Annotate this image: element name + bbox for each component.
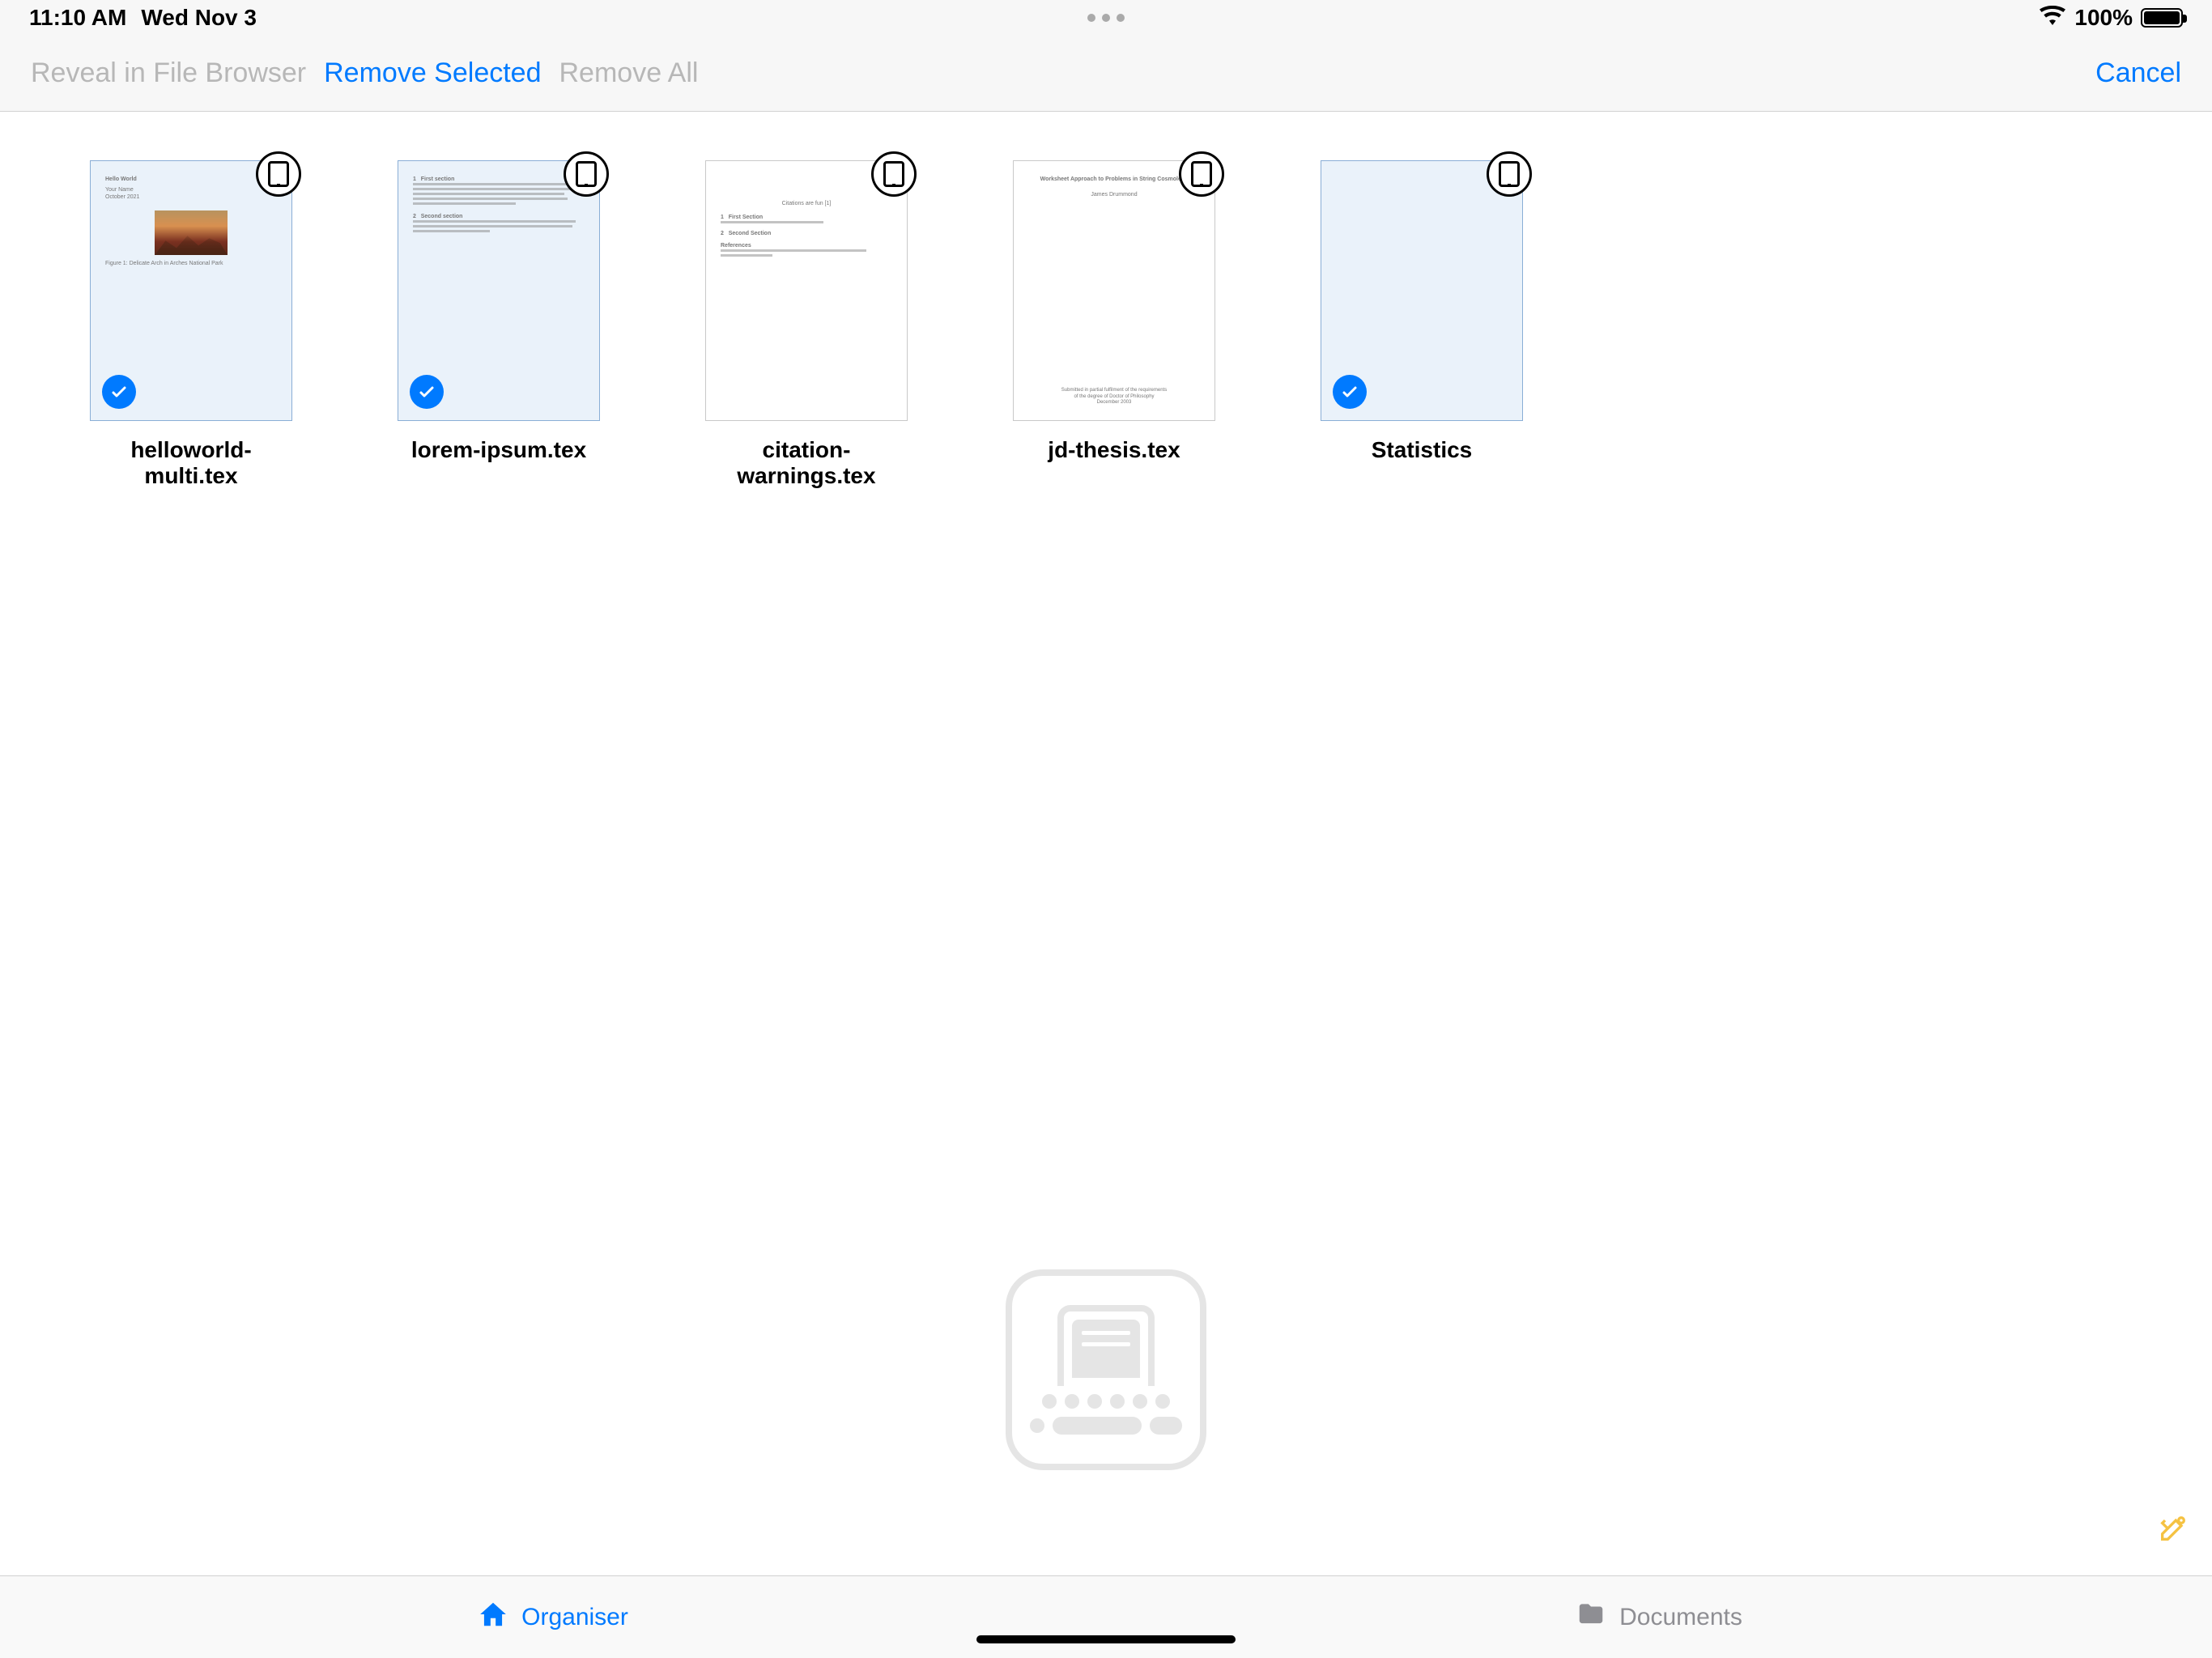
file-thumbnail[interactable]: 1 First section 2 Second section xyxy=(398,160,600,421)
status-bar: 11:10 AM Wed Nov 3 100% xyxy=(0,0,2212,36)
file-thumbnail[interactable]: Worksheet Approach to Problems in String… xyxy=(1013,160,1215,421)
toolbar: Reveal in File Browser Remove Selected R… xyxy=(0,36,2212,112)
tab-label: Organiser xyxy=(521,1604,628,1631)
reveal-in-file-browser-button: Reveal in File Browser xyxy=(31,57,306,89)
file-thumbnail[interactable]: Citations are fun [1] 1 First Section 2 … xyxy=(705,160,908,421)
tab-organiser[interactable]: Organiser xyxy=(0,1576,1106,1658)
tab-label: Documents xyxy=(1619,1604,1742,1631)
file-label: Statistics xyxy=(1372,437,1473,463)
cancel-button[interactable]: Cancel xyxy=(2095,57,2181,88)
home-indicator[interactable] xyxy=(976,1635,1236,1643)
file-grid: Hello World Your Name October 2021 Figur… xyxy=(0,112,2212,538)
file-thumbnail[interactable] xyxy=(1321,160,1523,421)
battery-percent: 100% xyxy=(2074,5,2133,31)
app-watermark-icon xyxy=(1006,1269,1206,1470)
status-date: Wed Nov 3 xyxy=(141,5,257,31)
tools-icon[interactable] xyxy=(2157,1512,2189,1545)
file-item[interactable]: Worksheet Approach to Problems in String… xyxy=(1009,160,1219,489)
device-badge-icon xyxy=(1179,151,1224,197)
file-item[interactable]: Statistics xyxy=(1317,160,1527,489)
file-item[interactable]: Citations are fun [1] 1 First Section 2 … xyxy=(701,160,912,489)
home-icon xyxy=(478,1599,508,1636)
selected-checkmark-icon xyxy=(1333,375,1367,409)
file-item[interactable]: 1 First section 2 Second section lorem-i… xyxy=(393,160,604,489)
file-label: helloworld-multi.tex xyxy=(86,437,296,489)
device-badge-icon xyxy=(871,151,917,197)
folder-icon xyxy=(1576,1599,1606,1636)
remove-all-button: Remove All xyxy=(559,57,699,89)
file-label: citation-warnings.tex xyxy=(701,437,912,489)
multitasking-dots[interactable] xyxy=(1087,14,1125,22)
tab-documents[interactable]: Documents xyxy=(1106,1576,2212,1658)
device-badge-icon xyxy=(1487,151,1532,197)
remove-selected-button[interactable]: Remove Selected xyxy=(324,57,541,89)
tab-bar: Organiser Documents xyxy=(0,1575,2212,1658)
status-time: 11:10 AM xyxy=(29,5,126,31)
file-thumbnail[interactable]: Hello World Your Name October 2021 Figur… xyxy=(90,160,292,421)
device-badge-icon xyxy=(564,151,609,197)
status-left: 11:10 AM Wed Nov 3 xyxy=(29,5,257,31)
selected-checkmark-icon xyxy=(102,375,136,409)
selected-checkmark-icon xyxy=(410,375,444,409)
file-item[interactable]: Hello World Your Name October 2021 Figur… xyxy=(86,160,296,489)
status-right: 100% xyxy=(2039,5,2183,31)
battery-icon xyxy=(2141,8,2183,28)
device-badge-icon xyxy=(256,151,301,197)
file-label: jd-thesis.tex xyxy=(1048,437,1180,463)
wifi-icon xyxy=(2039,5,2066,31)
file-label: lorem-ipsum.tex xyxy=(411,437,586,463)
